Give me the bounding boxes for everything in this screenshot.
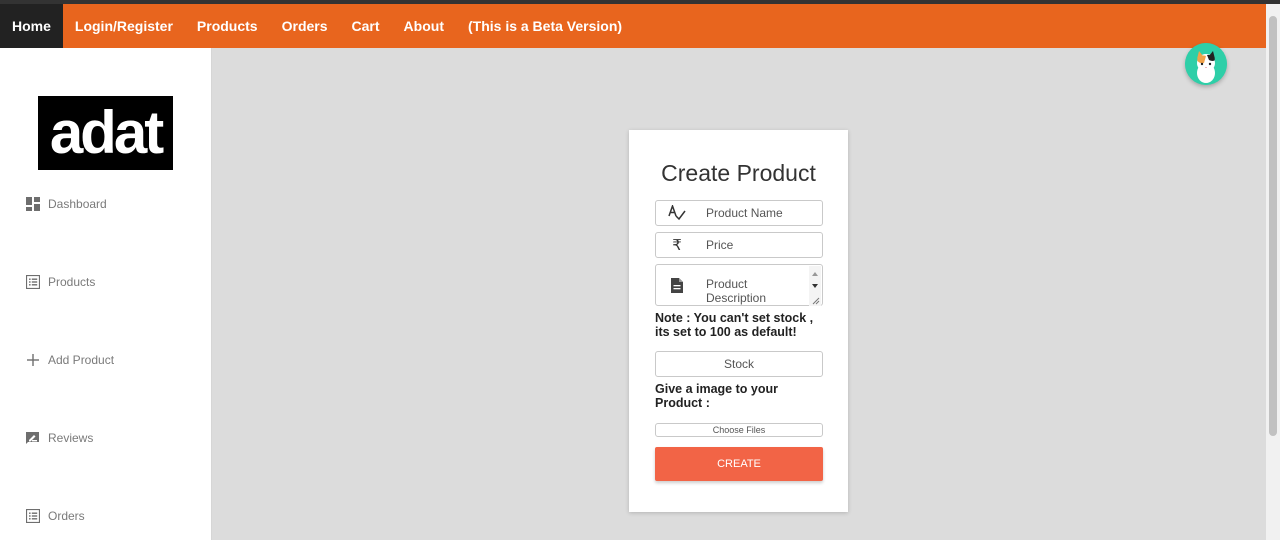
sidebar-item-orders[interactable]: Orders [25, 508, 85, 523]
user-avatar[interactable] [1185, 43, 1227, 85]
sidebar-item-label: Orders [48, 508, 85, 523]
form-title: Create Product [661, 160, 816, 186]
sidebar-item-label: Add Product [48, 352, 115, 367]
nav-products[interactable]: Products [185, 4, 270, 48]
rupee-icon: ₹ [672, 237, 682, 254]
page-scrollbar[interactable] [1266, 4, 1280, 540]
stock-input[interactable] [656, 352, 822, 376]
sidebar-item-label: Reviews [48, 430, 94, 445]
stock-note: Note : You can't set stock , its set to … [655, 311, 814, 339]
nav-home[interactable]: Home [0, 4, 63, 48]
cat-avatar-icon [1185, 43, 1227, 85]
sidebar-item-dashboard[interactable]: Dashboard [25, 196, 107, 211]
sidebar-item-products[interactable]: Products [25, 274, 95, 289]
list-icon [25, 508, 40, 523]
nav-orders[interactable]: Orders [270, 4, 340, 48]
price-field: ₹ [655, 232, 823, 258]
price-input[interactable] [706, 233, 816, 257]
sidebar-item-label: Dashboard [48, 196, 107, 211]
create-product-form: Create Product ₹ Note : You can't set st… [629, 130, 848, 512]
dashboard-icon [25, 196, 40, 211]
choose-files-label: Choose Files [712, 425, 766, 435]
nav-beta-notice[interactable]: (This is a Beta Version) [456, 4, 634, 48]
top-navbar: Home Login/Register Products Orders Cart… [0, 4, 1266, 48]
description-field [655, 264, 823, 306]
image-label: Give a image to your Product : [655, 382, 778, 410]
description-textarea[interactable] [706, 277, 806, 305]
sidebar-item-add-product[interactable]: Add Product [25, 352, 114, 367]
stock-field [655, 351, 823, 377]
nav-login-register[interactable]: Login/Register [63, 4, 185, 48]
plus-icon [25, 352, 40, 367]
brand-logo[interactable]: adat [38, 96, 173, 170]
file-chooser[interactable]: Choose Files [655, 423, 823, 437]
textarea-scrollbar[interactable] [809, 266, 821, 306]
sidebar-item-reviews[interactable]: Reviews [25, 430, 93, 445]
rate-review-icon [25, 430, 40, 445]
nav-cart[interactable]: Cart [340, 4, 392, 48]
description-icon [668, 276, 686, 294]
sidebar: adat Dashboard Products Add Product Revi… [0, 48, 212, 540]
product-name-field [655, 200, 823, 226]
scrollbar-thumb[interactable] [1269, 16, 1277, 436]
sidebar-item-label: Products [48, 274, 96, 289]
product-name-input[interactable] [706, 201, 816, 225]
list-icon [25, 274, 40, 289]
spellcheck-icon [668, 204, 686, 222]
create-button[interactable]: CREATE [655, 447, 823, 481]
nav-about[interactable]: About [392, 4, 456, 48]
